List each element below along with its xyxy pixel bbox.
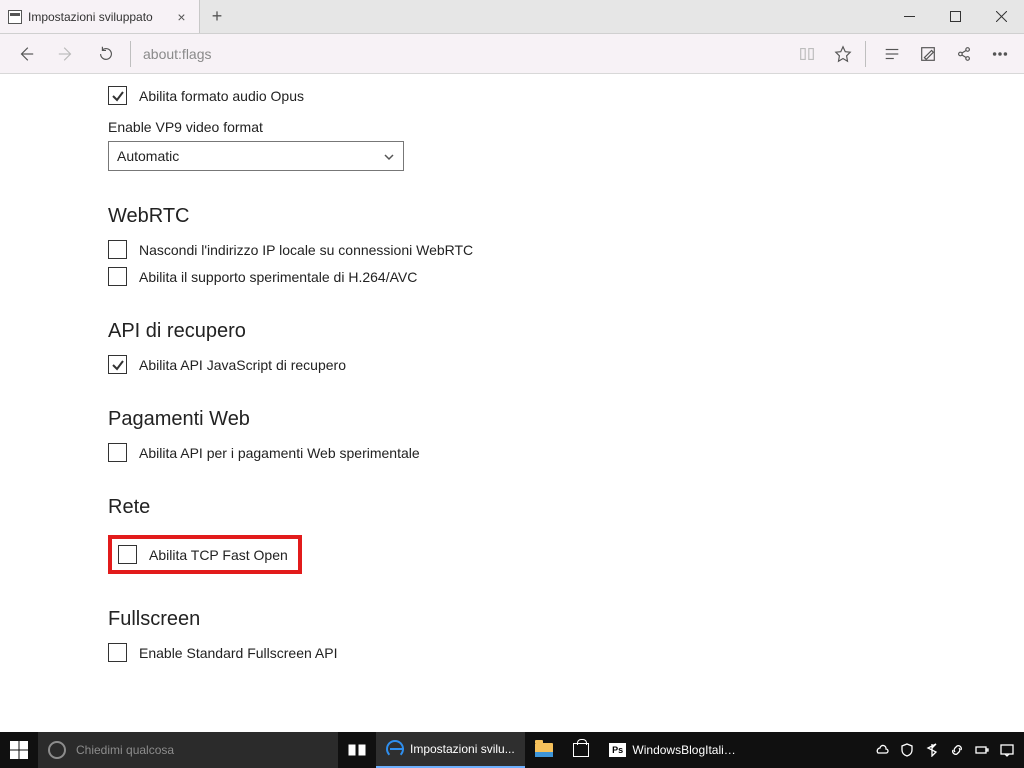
tray-onedrive-icon[interactable] bbox=[874, 743, 889, 758]
window-minimize-button[interactable] bbox=[886, 0, 932, 33]
favorite-icon[interactable] bbox=[825, 34, 861, 74]
checkbox[interactable] bbox=[108, 267, 127, 286]
option-opus[interactable]: Abilita formato audio Opus bbox=[108, 86, 760, 105]
tray-link-icon[interactable] bbox=[949, 743, 964, 758]
option-label: Enable Standard Fullscreen API bbox=[139, 645, 337, 661]
taskbar: Chiedimi qualcosa Impostazioni svilu... … bbox=[0, 732, 1024, 768]
edge-icon bbox=[386, 740, 404, 758]
option-label: Abilita API JavaScript di recupero bbox=[139, 357, 346, 373]
task-store[interactable] bbox=[563, 732, 599, 768]
more-icon[interactable] bbox=[982, 34, 1018, 74]
refresh-button[interactable] bbox=[86, 34, 126, 74]
page-viewport[interactable]: Abilita formato audio Opus Enable VP9 vi… bbox=[0, 74, 1024, 732]
option-label: Abilita il supporto sperimentale di H.26… bbox=[139, 269, 417, 285]
webnote-icon[interactable] bbox=[910, 34, 946, 74]
checkbox[interactable] bbox=[108, 86, 127, 105]
highlight-box: Abilita TCP Fast Open bbox=[108, 535, 302, 574]
tray-notifications-icon[interactable] bbox=[999, 743, 1014, 758]
system-tray bbox=[864, 732, 1024, 768]
option-label: Abilita formato audio Opus bbox=[139, 88, 304, 104]
task-photoshop[interactable]: Ps WindowsBlogItalia... bbox=[599, 732, 749, 768]
option-tcp-fast-open[interactable]: Abilita TCP Fast Open bbox=[116, 545, 288, 564]
section-title-recupero: API di recupero bbox=[108, 320, 760, 343]
checkbox[interactable] bbox=[108, 355, 127, 374]
option-webrtc-h264[interactable]: Abilita il supporto sperimentale di H.26… bbox=[108, 267, 760, 286]
window-maximize-button[interactable] bbox=[932, 0, 978, 33]
close-tab-icon[interactable]: × bbox=[174, 9, 189, 25]
checkbox[interactable] bbox=[108, 240, 127, 259]
task-label: WindowsBlogItalia... bbox=[632, 743, 738, 757]
navbar: about:flags bbox=[0, 34, 1024, 74]
page-icon bbox=[8, 10, 22, 24]
separator bbox=[130, 41, 131, 67]
task-explorer[interactable] bbox=[525, 732, 563, 768]
option-payments-api[interactable]: Abilita API per i pagamenti Web sperimen… bbox=[108, 443, 760, 462]
back-button[interactable] bbox=[6, 34, 46, 74]
window-close-button[interactable] bbox=[978, 0, 1024, 33]
cortana-icon bbox=[48, 741, 66, 759]
forward-button[interactable] bbox=[46, 34, 86, 74]
section-title-pagamenti: Pagamenti Web bbox=[108, 408, 760, 431]
option-label: Abilita TCP Fast Open bbox=[149, 547, 288, 563]
option-fetch-api[interactable]: Abilita API JavaScript di recupero bbox=[108, 355, 760, 374]
task-label: Impostazioni svilu... bbox=[410, 742, 515, 756]
tray-bluetooth-icon[interactable] bbox=[924, 743, 939, 758]
start-button[interactable] bbox=[0, 732, 38, 768]
titlebar: Impostazioni sviluppato × + bbox=[0, 0, 1024, 34]
cortana-search[interactable]: Chiedimi qualcosa bbox=[38, 732, 338, 768]
address-bar[interactable]: about:flags bbox=[139, 46, 789, 62]
checkbox[interactable] bbox=[108, 443, 127, 462]
option-webrtc-hide-ip[interactable]: Nascondi l'indirizzo IP locale su connes… bbox=[108, 240, 760, 259]
option-label: Nascondi l'indirizzo IP locale su connes… bbox=[139, 242, 473, 258]
share-icon[interactable] bbox=[946, 34, 982, 74]
section-title-fullscreen: Fullscreen bbox=[108, 608, 760, 631]
select-vp9[interactable]: Automatic bbox=[108, 141, 404, 171]
photoshop-icon: Ps bbox=[609, 743, 627, 757]
folder-icon bbox=[535, 743, 553, 757]
new-tab-button[interactable]: + bbox=[200, 0, 234, 33]
browser-tab[interactable]: Impostazioni sviluppato × bbox=[0, 0, 200, 33]
cortana-placeholder: Chiedimi qualcosa bbox=[76, 743, 174, 757]
store-icon bbox=[573, 743, 589, 757]
tab-title: Impostazioni sviluppato bbox=[28, 10, 174, 24]
section-title-webrtc: WebRTC bbox=[108, 205, 760, 228]
tray-defender-icon[interactable] bbox=[899, 743, 914, 758]
task-view-button[interactable] bbox=[338, 732, 376, 768]
reading-view-icon[interactable] bbox=[789, 34, 825, 74]
chevron-down-icon bbox=[383, 150, 395, 162]
section-title-rete: Rete bbox=[108, 496, 760, 519]
hub-icon[interactable] bbox=[874, 34, 910, 74]
separator bbox=[865, 41, 866, 67]
tray-battery-icon[interactable] bbox=[974, 743, 989, 758]
option-label: Abilita API per i pagamenti Web sperimen… bbox=[139, 445, 420, 461]
option-fullscreen-api[interactable]: Enable Standard Fullscreen API bbox=[108, 643, 760, 662]
task-edge[interactable]: Impostazioni svilu... bbox=[376, 732, 525, 768]
select-value: Automatic bbox=[117, 148, 179, 164]
checkbox[interactable] bbox=[108, 643, 127, 662]
checkbox[interactable] bbox=[118, 545, 137, 564]
field-label-vp9: Enable VP9 video format bbox=[108, 119, 760, 135]
